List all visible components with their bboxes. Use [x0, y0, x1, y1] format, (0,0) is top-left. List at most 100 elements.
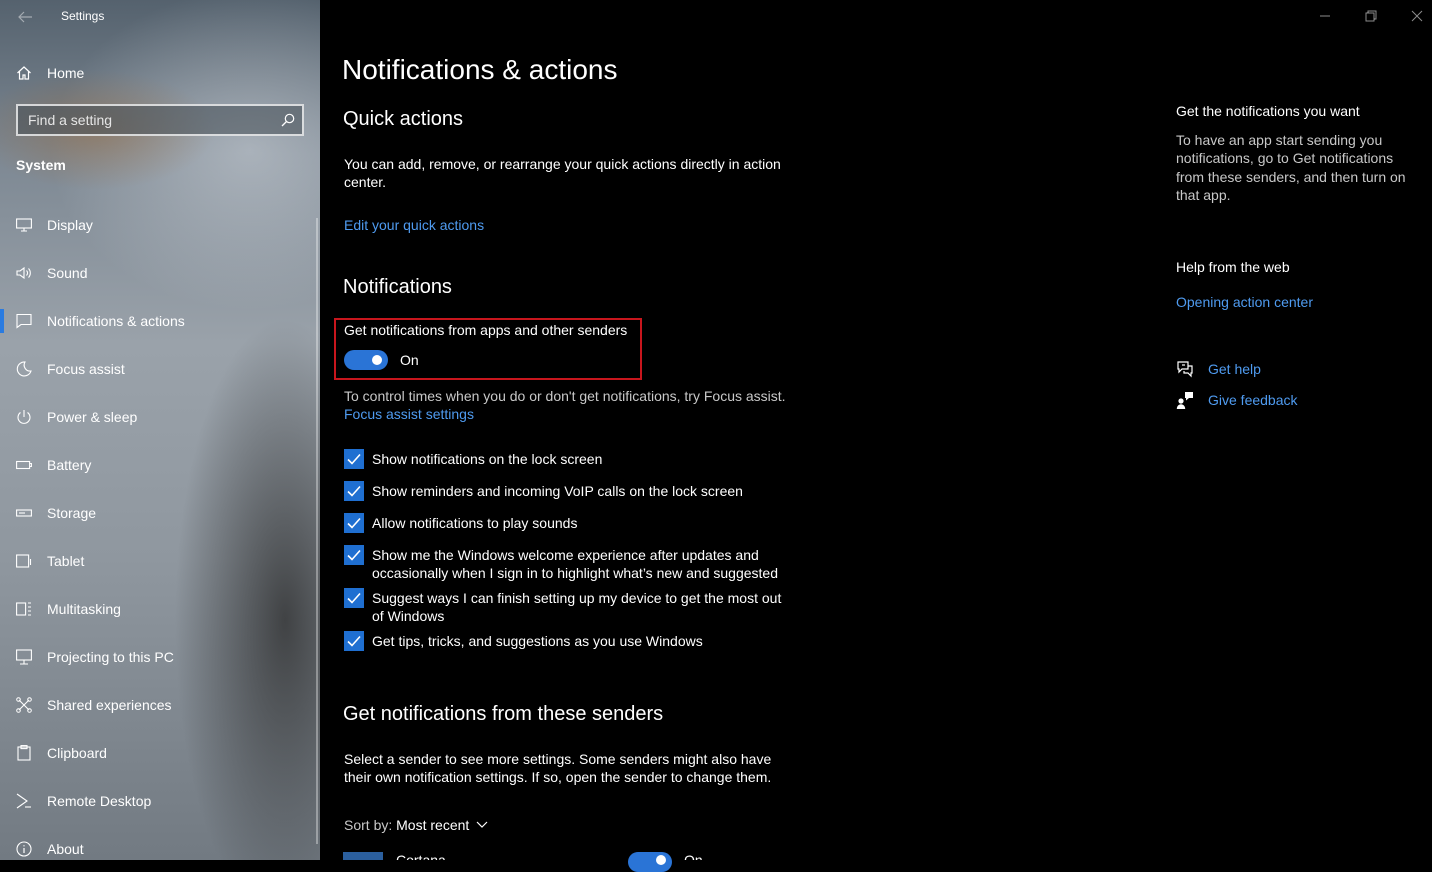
chevron-down-icon[interactable]: [476, 821, 488, 829]
sort-value: Most recent: [396, 817, 470, 833]
sort-dropdown[interactable]: Sort by: Most recent: [344, 817, 469, 833]
back-arrow-icon[interactable]: [16, 8, 34, 26]
restore-button[interactable]: [1348, 0, 1394, 32]
sidebar-item-label: Clipboard: [47, 745, 107, 761]
sort-prefix: Sort by:: [344, 817, 393, 833]
sidebar-scrollbar[interactable]: [316, 218, 318, 844]
sidebar-item-clipboard[interactable]: Clipboard: [0, 733, 316, 773]
sender-name[interactable]: Cortana: [396, 853, 446, 860]
focus-assist-settings-link[interactable]: Focus assist settings: [344, 406, 474, 422]
sender-toggle-state: On: [684, 853, 703, 860]
quick-actions-heading: Quick actions: [343, 108, 464, 130]
checkmark-icon: [347, 517, 361, 529]
sidebar-item-remote-desktop[interactable]: Remote Desktop: [0, 781, 316, 821]
notifications-toggle[interactable]: [344, 350, 388, 370]
power-icon: [16, 409, 32, 425]
notifications-toggle-state: On: [400, 352, 419, 368]
close-icon: [1411, 10, 1423, 22]
info-icon: [16, 841, 32, 857]
edit-quick-actions-link[interactable]: Edit your quick actions: [344, 217, 484, 233]
sidebar-item-label: Shared experiences: [47, 697, 172, 713]
sidebar-item-power-sleep[interactable]: Power & sleep: [0, 397, 316, 437]
give-feedback-link[interactable]: Give feedback: [1208, 392, 1298, 408]
senders-description: Select a sender to see more settings. So…: [344, 751, 772, 785]
close-button[interactable]: [1394, 0, 1432, 32]
checkbox-checked[interactable]: [344, 631, 364, 651]
sidebar-item-display[interactable]: Display: [0, 205, 316, 245]
restore-icon: [1365, 10, 1377, 22]
notifications-toggle-label: Get notifications from apps and other se…: [344, 322, 628, 338]
checkmark-icon: [347, 635, 361, 647]
sidebar-item-focus-assist[interactable]: Focus assist: [0, 349, 316, 389]
checkmark-icon: [347, 592, 361, 604]
battery-icon: [16, 457, 32, 473]
tablet-icon: [16, 553, 32, 569]
remote-desktop-icon: [16, 793, 32, 809]
search-input[interactable]: [18, 106, 278, 134]
toggle-knob: [656, 855, 666, 865]
sidebar-item-tablet[interactable]: Tablet: [0, 541, 316, 581]
app-title: Settings: [61, 9, 105, 23]
sidebar-item-label: Sound: [47, 265, 88, 281]
storage-icon: [16, 505, 32, 521]
sidebar-item-label: Tablet: [47, 553, 85, 569]
page-title: Notifications & actions: [342, 54, 618, 85]
checkbox-label: Show reminders and incoming VoIP calls o…: [372, 483, 743, 499]
sender-toggle[interactable]: [628, 852, 672, 872]
sidebar-item-about[interactable]: About: [0, 829, 316, 860]
search-icon[interactable]: [281, 113, 295, 127]
checkbox-checked[interactable]: [344, 513, 364, 533]
sidebar-item-multitasking[interactable]: Multitasking: [0, 589, 316, 629]
checkmark-icon: [347, 485, 361, 497]
notifications-icon: [16, 313, 32, 329]
sidebar: Settings Home System Display Sound Notif…: [0, 0, 320, 860]
opening-action-center-link[interactable]: Opening action center: [1176, 294, 1313, 310]
toggle-knob: [372, 355, 382, 365]
checkbox-checked[interactable]: [344, 545, 364, 565]
sidebar-item-label: Battery: [47, 457, 92, 473]
sidebar-item-label: Multitasking: [47, 601, 121, 617]
checkbox-checked[interactable]: [344, 481, 364, 501]
focus-assist-hint: To control times when you do or don't ge…: [344, 388, 786, 404]
checkbox-label: Get tips, tricks, and suggestions as you…: [372, 633, 703, 649]
notifications-heading: Notifications: [343, 276, 452, 298]
senders-heading: Get notifications from these senders: [343, 703, 664, 725]
multitasking-icon: [16, 601, 32, 617]
minimize-button[interactable]: [1302, 0, 1348, 32]
sidebar-item-label: Power & sleep: [47, 409, 138, 425]
sidebar-item-storage[interactable]: Storage: [0, 493, 316, 533]
get-notifications-heading: Get the notifications you want: [1176, 103, 1360, 119]
get-help-link[interactable]: Get help: [1208, 361, 1261, 377]
give-feedback-icon: [1176, 391, 1194, 409]
sender-app-icon: [343, 852, 383, 860]
sidebar-item-sound[interactable]: Sound: [0, 253, 316, 293]
selection-indicator: [0, 309, 4, 333]
sound-icon: [16, 265, 32, 281]
sidebar-item-projecting[interactable]: Projecting to this PC: [0, 637, 316, 677]
get-help-icon: [1176, 360, 1194, 378]
sidebar-item-label: Focus assist: [47, 361, 125, 377]
sidebar-item-shared-experiences[interactable]: Shared experiences: [0, 685, 316, 725]
checkbox-label: Suggest ways I can finish setting up my …: [372, 590, 782, 624]
sidebar-item-label: Notifications & actions: [47, 313, 185, 329]
checkmark-icon: [347, 453, 361, 465]
projecting-icon: [16, 649, 32, 665]
checkbox-checked[interactable]: [344, 588, 364, 608]
clipboard-icon: [16, 745, 32, 761]
sidebar-item-label: Storage: [47, 505, 97, 521]
sidebar-item-battery[interactable]: Battery: [0, 445, 316, 485]
checkbox-label: Show me the Windows welcome experience a…: [372, 547, 778, 581]
section-title: System: [16, 157, 66, 173]
quick-actions-description: You can add, remove, or rearrange your q…: [344, 156, 781, 190]
home-icon: [16, 65, 32, 81]
sidebar-item-label: Remote Desktop: [47, 793, 152, 809]
minimize-icon: [1320, 15, 1330, 17]
sidebar-item-home[interactable]: Home: [0, 55, 320, 91]
sidebar-item-notifications[interactable]: Notifications & actions: [0, 301, 316, 341]
search-box[interactable]: [16, 104, 304, 136]
checkbox-checked[interactable]: [344, 449, 364, 469]
checkbox-label: Allow notifications to play sounds: [372, 515, 578, 531]
moon-icon: [16, 361, 32, 377]
display-icon: [16, 217, 32, 233]
help-heading: Help from the web: [1176, 259, 1290, 275]
